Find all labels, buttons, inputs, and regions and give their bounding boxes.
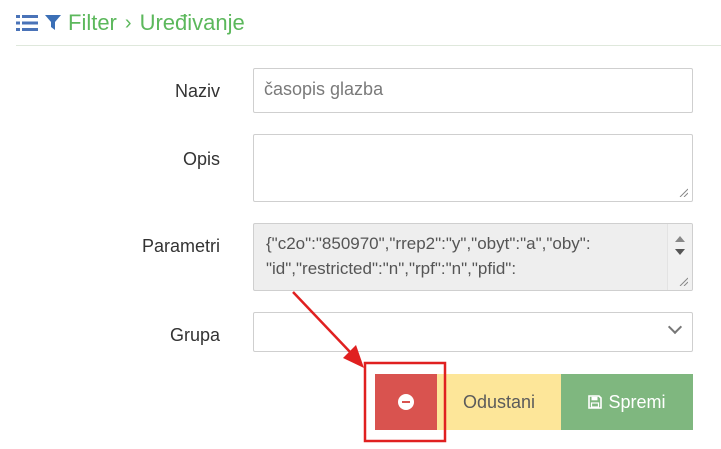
parametri-line-2: "id","restricted":"n","rpf":"n","pfid": — [266, 259, 517, 278]
scroll-up-icon[interactable] — [675, 236, 685, 242]
resize-handle-icon[interactable] — [678, 187, 688, 197]
naziv-input[interactable]: časopis glazba — [253, 68, 693, 113]
grupa-label: Grupa — [169, 325, 220, 345]
breadcrumb-separator: › — [124, 11, 132, 34]
parametri-label: Parametri — [141, 236, 220, 256]
naziv-label: Naziv — [174, 81, 220, 101]
chevron-down-icon — [667, 319, 683, 335]
floppy-disk-icon — [588, 395, 603, 409]
grupa-select[interactable] — [253, 312, 693, 352]
minus-circle-icon — [398, 394, 414, 410]
parametri-line-1: {"c2o":"850970","rrep2":"y","obyt":"a","… — [266, 234, 591, 253]
breadcrumb-current: Uređivanje — [139, 10, 245, 35]
naziv-value: časopis glazba — [264, 79, 384, 99]
header-divider — [16, 45, 721, 46]
opis-textarea[interactable] — [253, 134, 693, 202]
parametri-textarea[interactable]: {"c2o":"850970","rrep2":"y","obyt":"a","… — [253, 223, 693, 291]
form-actions: Odustani Spremi — [375, 374, 693, 430]
list-icon — [16, 15, 38, 31]
filter-icon — [45, 15, 61, 30]
opis-label: Opis — [182, 149, 220, 169]
breadcrumb-filter[interactable]: Filter — [68, 10, 117, 36]
delete-button[interactable] — [375, 374, 437, 430]
cancel-button[interactable]: Odustani — [437, 374, 561, 430]
resize-handle-icon[interactable] — [678, 276, 688, 286]
save-label: Spremi — [608, 391, 666, 412]
scroll-down-icon[interactable] — [675, 249, 685, 255]
cancel-label: Odustani — [462, 391, 536, 412]
page-header: Filter › Uređivanje — [16, 6, 245, 40]
save-button[interactable]: Spremi — [561, 374, 693, 430]
